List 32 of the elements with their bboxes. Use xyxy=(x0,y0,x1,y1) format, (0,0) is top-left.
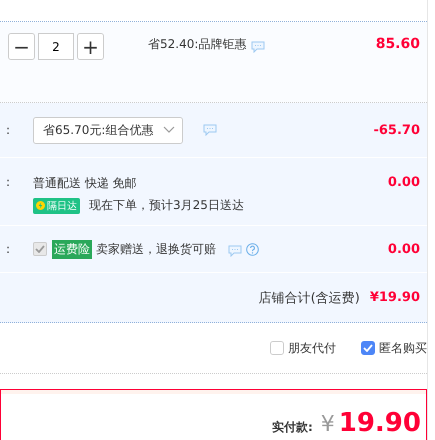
subtotal-amount: ¥19.90 xyxy=(370,290,420,305)
option-checkbox[interactable]: 匿名购买 xyxy=(361,340,427,356)
row-label: : xyxy=(5,175,12,189)
help-icon[interactable] xyxy=(246,242,259,256)
delivery-estimate: 现在下单，预计3月25日送达 xyxy=(89,197,244,214)
chevron-down-icon xyxy=(163,126,176,134)
total-amount: 19.90 xyxy=(338,408,421,438)
delivery-method: 普通配送 快递 免邮 xyxy=(33,175,137,192)
minus-button[interactable]: − xyxy=(8,33,35,60)
chat-icon[interactable] xyxy=(203,124,218,136)
chat-icon[interactable] xyxy=(251,40,266,52)
row-amount: -65.70 xyxy=(373,122,420,138)
option-checkbox[interactable]: 朋友代付 xyxy=(270,340,336,356)
insurance-badge: 运费险 xyxy=(52,240,92,258)
chat-icon[interactable] xyxy=(228,245,242,257)
row-amount: 0.00 xyxy=(388,242,420,256)
subtotal-label: 店铺合计(含运费) xyxy=(258,290,360,306)
row-label: : xyxy=(5,242,12,256)
insurance-text: 卖家赠送，退换货可赔 xyxy=(96,240,216,258)
plus-button[interactable]: + xyxy=(77,33,104,60)
row-label: : xyxy=(5,123,12,137)
check-icon xyxy=(363,344,373,352)
promo-text: 省52.40:品牌钜惠 xyxy=(148,36,246,53)
check-icon xyxy=(35,245,45,253)
bolt-icon xyxy=(36,201,45,210)
total-label: 实付款: xyxy=(272,419,313,436)
currency-sign: ¥ xyxy=(320,412,335,437)
next-day-badge: 隔日达 xyxy=(33,198,80,214)
item-price: 85.60 xyxy=(376,36,420,52)
discount-dropdown[interactable]: 省65.70元:组合优惠 xyxy=(33,116,184,144)
row-amount: 0.00 xyxy=(388,175,420,190)
quantity-field[interactable]: 2 xyxy=(38,33,74,60)
